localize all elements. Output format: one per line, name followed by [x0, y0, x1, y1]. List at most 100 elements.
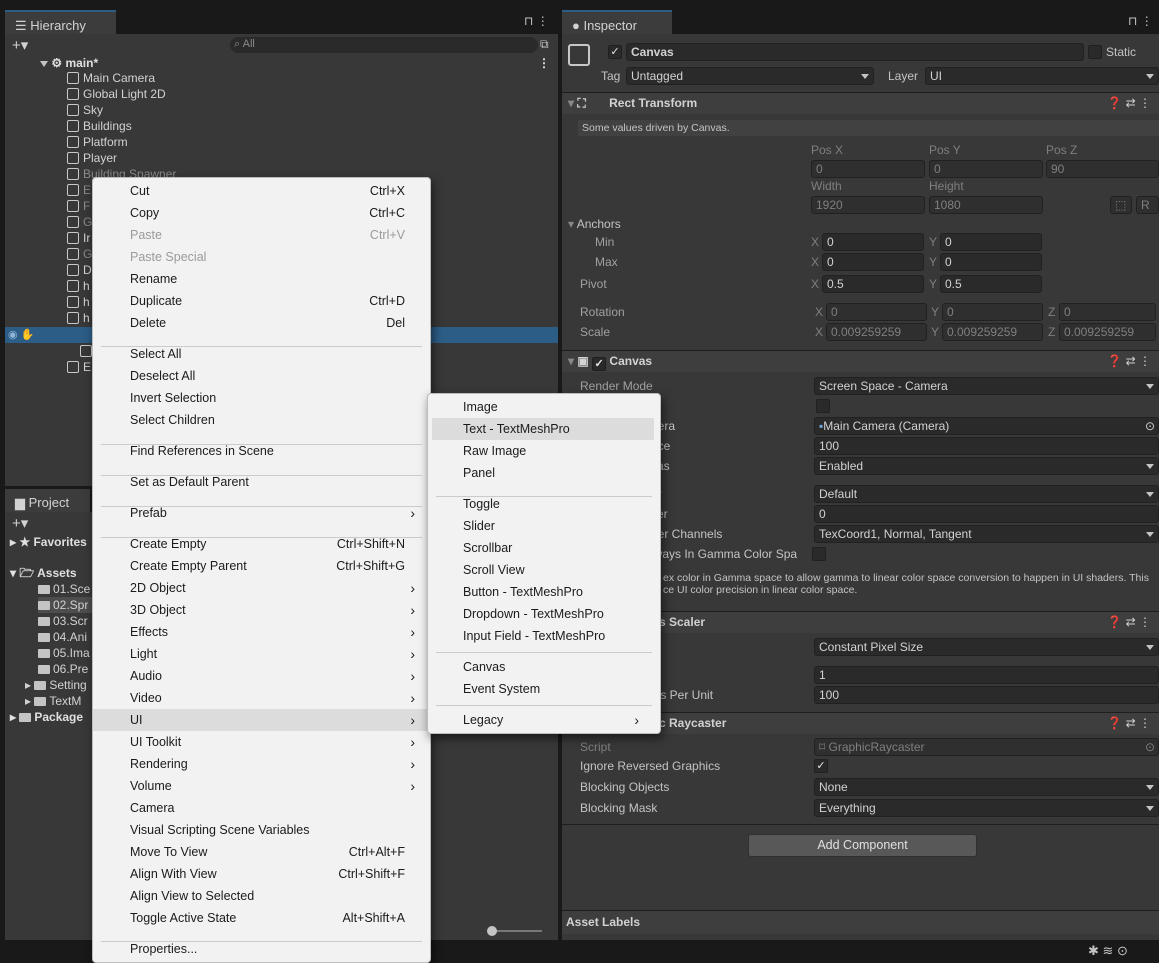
rect-transform-header[interactable]: ▾ ⛶ Rect Transform ❓ ⇄ ⋮: [562, 92, 1159, 114]
pixel-perfect-checkbox[interactable]: [816, 399, 830, 413]
menu-item[interactable]: Audio ›: [93, 665, 430, 687]
hierarchy-item[interactable]: Global Light 2D: [67, 86, 367, 102]
hierarchy-search-input[interactable]: ⌕ All: [230, 37, 538, 53]
project-folder[interactable]: 06.Pre: [38, 661, 98, 677]
scene-options-icon[interactable]: ⧉: [540, 37, 549, 52]
submenu-item[interactable]: Scrollbar: [432, 537, 654, 559]
menu-item[interactable]: Select Children: [93, 409, 430, 431]
order-in-layer-field[interactable]: 0: [814, 505, 1159, 523]
more-icon[interactable]: ⋮: [538, 55, 550, 71]
submenu-item[interactable]: Button - TextMeshPro: [432, 581, 654, 603]
sorting-layer-dropdown[interactable]: Default: [814, 485, 1159, 503]
project-folder[interactable]: 01.Sce: [38, 581, 98, 597]
assets-row[interactable]: ▾ 🗁 Assets: [10, 565, 100, 581]
object-picker-icon[interactable]: ⊙: [1145, 419, 1155, 434]
anchor-value-field[interactable]: 0: [822, 233, 924, 251]
menu-item[interactable]: Effects ›: [93, 621, 430, 643]
help-icon[interactable]: ❓ ⇄ ⋮: [1107, 713, 1151, 734]
menu-item[interactable]: UI ›: [93, 709, 430, 731]
asset-labels-bar[interactable]: Asset Labels: [562, 910, 1159, 934]
packages-row[interactable]: ▸ Package: [10, 709, 100, 725]
tag-dropdown[interactable]: Untagged: [626, 67, 874, 85]
canvas-enabled-checkbox[interactable]: ✓: [592, 357, 607, 371]
menu-item[interactable]: Paste Special: [93, 246, 430, 268]
menu-item[interactable]: Deselect All: [93, 365, 430, 387]
static-checkbox[interactable]: [1088, 45, 1102, 59]
render-mode-dropdown[interactable]: Screen Space - Camera: [814, 377, 1159, 395]
plane-distance-field[interactable]: 100: [814, 437, 1159, 455]
submenu-item[interactable]: Dropdown - TextMeshPro: [432, 603, 654, 625]
project-folder[interactable]: 05.Ima: [38, 645, 98, 661]
object-name-field[interactable]: Canvas: [626, 43, 1084, 61]
canvas-mode-dropdown[interactable]: Enabled: [814, 457, 1159, 475]
submenu-item[interactable]: Raw Image: [432, 440, 654, 462]
menu-item[interactable]: Invert Selection: [93, 387, 430, 409]
project-folder[interactable]: 02.Spr: [38, 597, 98, 613]
blueprint-button[interactable]: ⬚: [1110, 196, 1132, 214]
blocking-objects-dropdown[interactable]: None: [814, 778, 1159, 796]
anchor-value-field[interactable]: 0.5: [940, 275, 1042, 293]
anchors-label[interactable]: ▾ Anchors: [568, 216, 621, 232]
shader-channels-dropdown[interactable]: TexCoord1, Normal, Tangent: [814, 525, 1159, 543]
help-icon[interactable]: ❓ ⇄ ⋮: [1107, 93, 1151, 114]
scale-factor-field[interactable]: 1: [814, 666, 1159, 684]
canvas-component-header[interactable]: ▾ ▣ ✓ Canvas ❓ ⇄ ⋮: [562, 350, 1159, 372]
menu-item[interactable]: Camera: [93, 797, 430, 819]
menu-item[interactable]: 2D Object ›: [93, 577, 430, 599]
favorites-row[interactable]: ▸ ★ Favorites: [10, 534, 100, 550]
tab-hierarchy[interactable]: ☰ Hierarchy: [5, 10, 116, 36]
lock-icon[interactable]: ⊓ ⋮: [524, 14, 549, 28]
submenu-item[interactable]: Legacy ›: [432, 709, 654, 731]
gamma-checkbox[interactable]: [812, 547, 826, 561]
blocking-mask-dropdown[interactable]: Everything: [814, 799, 1159, 817]
anchor-value-field[interactable]: 0: [940, 253, 1042, 271]
anchor-value-field[interactable]: 0.5: [822, 275, 924, 293]
ignore-reversed-checkbox[interactable]: ✓: [814, 759, 828, 773]
menu-item[interactable]: Toggle Active State Alt+Shift+A: [93, 907, 430, 929]
help-icon[interactable]: ❓ ⇄ ⋮: [1107, 351, 1151, 372]
submenu-item[interactable]: Canvas: [432, 656, 654, 678]
status-icons[interactable]: ✱ ≋ ⊙: [1088, 943, 1128, 959]
menu-item[interactable]: Video ›: [93, 687, 430, 709]
menu-item[interactable]: Rendering ›: [93, 753, 430, 775]
menu-item[interactable]: Paste Ctrl+V: [93, 224, 430, 246]
hierarchy-item[interactable]: Sky: [67, 102, 367, 118]
active-checkbox[interactable]: ✓: [608, 45, 622, 59]
menu-item[interactable]: Copy Ctrl+C: [93, 202, 430, 224]
menu-item[interactable]: Cut Ctrl+X: [93, 180, 430, 202]
project-add-button[interactable]: +▾: [12, 514, 28, 532]
add-component-button[interactable]: Add Component: [748, 834, 977, 857]
help-icon[interactable]: ❓ ⇄ ⋮: [1107, 612, 1151, 633]
project-folder[interactable]: ▸ Setting: [25, 677, 87, 693]
project-folder[interactable]: ▸ TextM: [25, 693, 85, 709]
submenu-item[interactable]: Image: [432, 396, 654, 418]
scene-row[interactable]: ⚙ main* ⋮: [40, 55, 550, 71]
submenu-item[interactable]: Scroll View: [432, 559, 654, 581]
project-folder[interactable]: 04.Ani: [38, 629, 98, 645]
hierarchy-item[interactable]: Main Camera: [67, 70, 367, 86]
anchor-value-field[interactable]: 0: [822, 253, 924, 271]
menu-item[interactable]: Align With View Ctrl+Shift+F: [93, 863, 430, 885]
submenu-item[interactable]: Panel: [432, 462, 654, 484]
submenu-item[interactable]: Event System: [432, 678, 654, 700]
hierarchy-item[interactable]: Platform: [67, 134, 367, 150]
anchor-value-field[interactable]: 0: [940, 233, 1042, 251]
menu-item[interactable]: Align View to Selected: [93, 885, 430, 907]
inspector-lock-icon[interactable]: ⊓ ⋮: [1128, 14, 1153, 28]
menu-item[interactable]: Delete Del: [93, 312, 430, 334]
zoom-slider-handle[interactable]: [487, 926, 497, 936]
submenu-item[interactable]: Text - TextMeshPro: [432, 418, 654, 440]
menu-item[interactable]: Light ›: [93, 643, 430, 665]
visibility-icon[interactable]: ◉ ✋: [8, 328, 34, 341]
menu-item[interactable]: 3D Object ›: [93, 599, 430, 621]
layer-dropdown[interactable]: UI: [925, 67, 1159, 85]
project-folder[interactable]: 03.Scr: [38, 613, 98, 629]
raw-edit-button[interactable]: R: [1136, 196, 1159, 214]
tab-inspector[interactable]: ● Inspector: [562, 10, 672, 36]
menu-item[interactable]: UI Toolkit ›: [93, 731, 430, 753]
ppu-field[interactable]: 100: [814, 686, 1159, 704]
hierarchy-item[interactable]: Player: [67, 150, 367, 166]
hierarchy-item[interactable]: Buildings: [67, 118, 367, 134]
menu-item[interactable]: Visual Scripting Scene Variables: [93, 819, 430, 841]
zoom-slider[interactable]: [490, 930, 542, 932]
